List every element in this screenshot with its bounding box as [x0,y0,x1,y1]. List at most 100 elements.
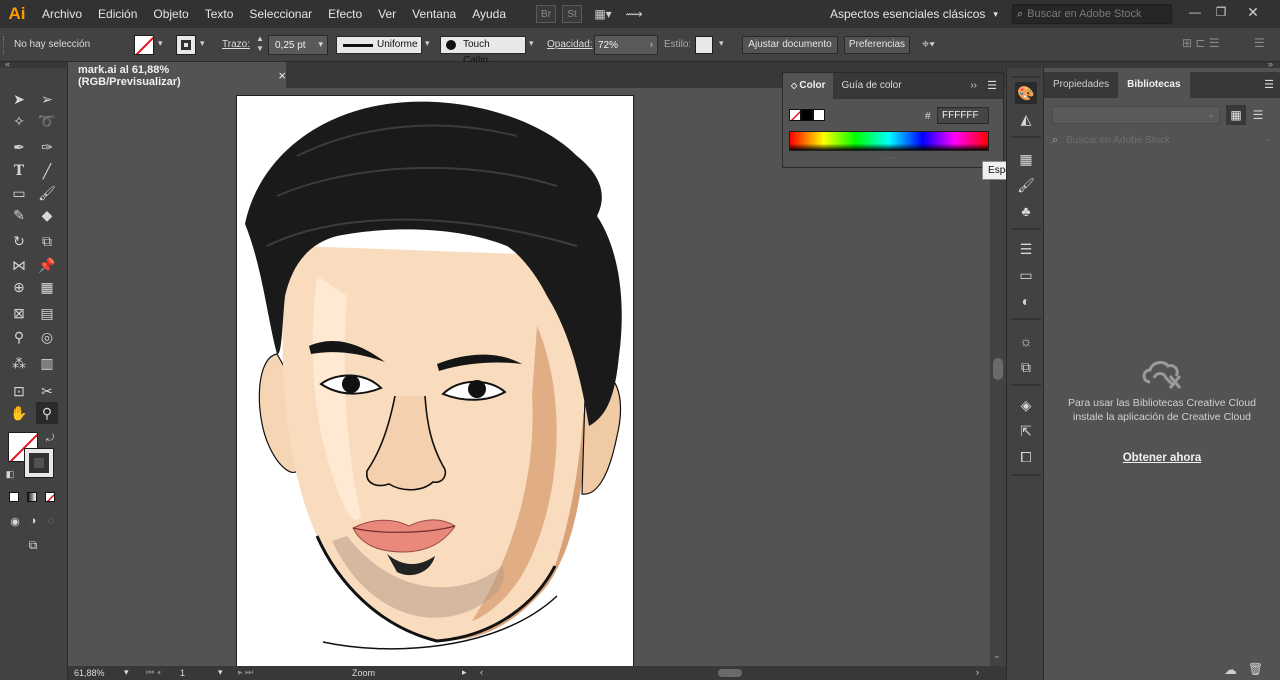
stroke-stepper-icon[interactable]: ▲ ▼ [256,34,264,54]
chevron-down-icon[interactable]: ▾ [218,667,223,678]
tab-color-guide[interactable]: Guía de color [833,73,909,99]
chevron-down-icon[interactable]: ▾ [425,38,430,49]
shape-builder-tool-icon[interactable]: ⊕ [8,276,30,298]
get-now-link[interactable]: Obtener ahora [1044,452,1280,464]
scrollbar-thumb[interactable] [993,358,1003,380]
document-tab[interactable]: mark.ai al 61,88% (RGB/Previsualizar) × [68,62,286,88]
variable-width-profile[interactable]: Uniforme [336,36,422,54]
curvature-tool-icon[interactable]: ✑ [36,136,58,158]
menu-ver[interactable]: Ver [370,0,404,28]
panel-collapse-icon[interactable]: ›› [970,80,977,91]
selection-tool-icon[interactable]: ➤ [8,88,30,110]
screen-mode-icon[interactable]: ⧉ [22,534,44,556]
canvas-area[interactable] [68,88,990,667]
stroke-panel-icon[interactable]: ☰ [1015,238,1037,260]
close-window-icon[interactable]: ✕ [1240,0,1266,24]
menu-ayuda[interactable]: Ayuda [464,0,514,28]
paintbrush-tool-icon[interactable]: 🖌 [36,182,58,204]
hscroll-right-icon[interactable]: › [976,667,979,677]
chevron-down-icon[interactable]: ▾ [719,38,724,49]
rotate-tool-icon[interactable]: ↻ [8,230,30,252]
width-tool-icon[interactable]: ⋈ [8,254,30,276]
artboards-panel-icon[interactable]: ⧠ [1015,446,1037,468]
black-swatch[interactable] [801,109,813,121]
last-artboard-icon[interactable]: ▸ ⏭ [238,667,253,678]
magic-wand-tool-icon[interactable]: ✧ [8,110,30,132]
document-setup-button[interactable]: Ajustar documento [742,36,838,54]
brush-definition[interactable]: Touch Callig... [440,36,526,66]
stock-button[interactable]: St [562,5,583,23]
default-colors-icon[interactable]: ◧ [4,468,16,480]
lasso-tool-icon[interactable]: ➰ [36,110,58,132]
mesh-tool-icon[interactable]: ⊠ [8,302,30,324]
menu-efecto[interactable]: Efecto [320,0,370,28]
zoom-level-field[interactable]: 61,88% [74,668,105,678]
gradient-tool-icon[interactable]: ▤ [36,302,58,324]
arrange-icon[interactable]: ⌖▾ [922,36,935,52]
first-artboard-icon[interactable]: ⏮ ◂ [146,667,161,678]
chevron-down-icon[interactable]: ⌄ [993,650,1001,661]
direct-selection-tool-icon[interactable]: ➢ [36,88,58,110]
color-mode-icon[interactable] [9,492,19,502]
panel-menu-icon[interactable]: ☰ [987,79,997,92]
color-panel-icon[interactable]: 🎨 [1015,82,1037,104]
swap-colors-icon[interactable]: ⤾ [44,432,56,444]
eyedropper-tool-icon[interactable]: ⚲ [8,326,30,348]
transparency-panel-icon[interactable]: ◐ [1015,290,1037,312]
swatches-panel-icon[interactable]: ▦ [1015,148,1037,170]
gradient-mode-icon[interactable] [27,492,37,502]
menu-seleccionar[interactable]: Seleccionar [241,0,320,28]
hex-input[interactable]: FFFFFF [937,107,989,124]
horizontal-scroll-thumb[interactable] [718,669,742,677]
library-select[interactable]: ⌄ [1052,106,1220,124]
align-icon[interactable]: ⊞ ⊏ ☰ [1182,36,1220,50]
column-graph-tool-icon[interactable]: ▥ [36,352,58,374]
stock-search-input[interactable]: ⌕ Buscar en Adobe Stock [1012,4,1172,24]
zoom-tool-icon[interactable]: ⚲ [36,402,58,424]
puppet-warp-tool-icon[interactable]: 📌 [36,254,58,276]
hscroll-left-icon[interactable]: ‹ [480,667,483,677]
eraser-tool-icon[interactable]: ◆ [36,204,58,226]
grid-view-icon[interactable]: ▦ [1226,105,1246,125]
menu-texto[interactable]: Texto [197,0,242,28]
symbol-sprayer-tool-icon[interactable]: ⁂ [8,352,30,374]
rgb-spectrum-bar[interactable] [789,131,989,151]
resize-grip-icon[interactable]: ⋯⋯ [883,155,895,162]
artboard-number-field[interactable]: 1 [180,668,185,678]
type-tool-icon[interactable]: T [8,160,30,182]
pen-tool-icon[interactable]: ✒ [8,136,30,158]
control-menu-icon[interactable]: ☰ [1254,36,1265,50]
stroke-color-box[interactable] [24,448,54,478]
status-menu-arrow-icon[interactable]: ▸ [462,667,467,678]
chevron-down-icon[interactable]: ▾ [529,38,534,49]
perspective-grid-tool-icon[interactable]: ▦ [36,276,58,298]
menu-edicion[interactable]: Edición [90,0,145,28]
library-search-placeholder[interactable]: Buscar en Adobe Stock [1066,135,1170,146]
gpu-performance-icon[interactable]: ⟿ [624,5,644,23]
chevron-down-icon[interactable]: ▾ [124,667,129,678]
close-tab-icon[interactable]: × [278,68,286,83]
line-tool-icon[interactable]: ╱ [36,160,58,182]
bridge-button[interactable]: Br [536,5,557,23]
restore-icon[interactable]: ❐ [1208,0,1234,24]
none-mode-icon[interactable] [45,492,55,502]
appearance-panel-icon[interactable]: ☼ [1015,330,1037,352]
fill-swatch[interactable] [134,35,154,55]
asset-export-panel-icon[interactable]: ⇱ [1015,420,1037,442]
chevron-down-icon[interactable]: ▾ [200,38,205,49]
minimize-icon[interactable]: — [1182,0,1208,24]
symbols-panel-icon[interactable]: ♣ [1015,200,1037,222]
layers-panel-icon[interactable]: ◈ [1015,394,1037,416]
stroke-swatch[interactable] [176,35,196,55]
trash-icon[interactable]: 🗑 [1248,662,1263,676]
chevron-down-icon[interactable]: ▾ [158,38,163,49]
slice-tool-icon[interactable]: ✂ [36,380,58,402]
scale-tool-icon[interactable]: ⧉ [36,230,58,252]
chevron-down-icon[interactable]: ⌄ [1264,133,1272,144]
opacity-field[interactable]: 72% › [594,35,658,55]
tab-properties[interactable]: Propiedades [1044,72,1118,98]
brushes-panel-icon[interactable]: 🖌 [1015,174,1037,196]
blend-tool-icon[interactable]: ◎ [36,326,58,348]
workspace-switcher[interactable]: Aspectos esenciales clásicos ▾ [830,0,998,28]
graphic-styles-panel-icon[interactable]: ⧉ [1015,356,1037,378]
